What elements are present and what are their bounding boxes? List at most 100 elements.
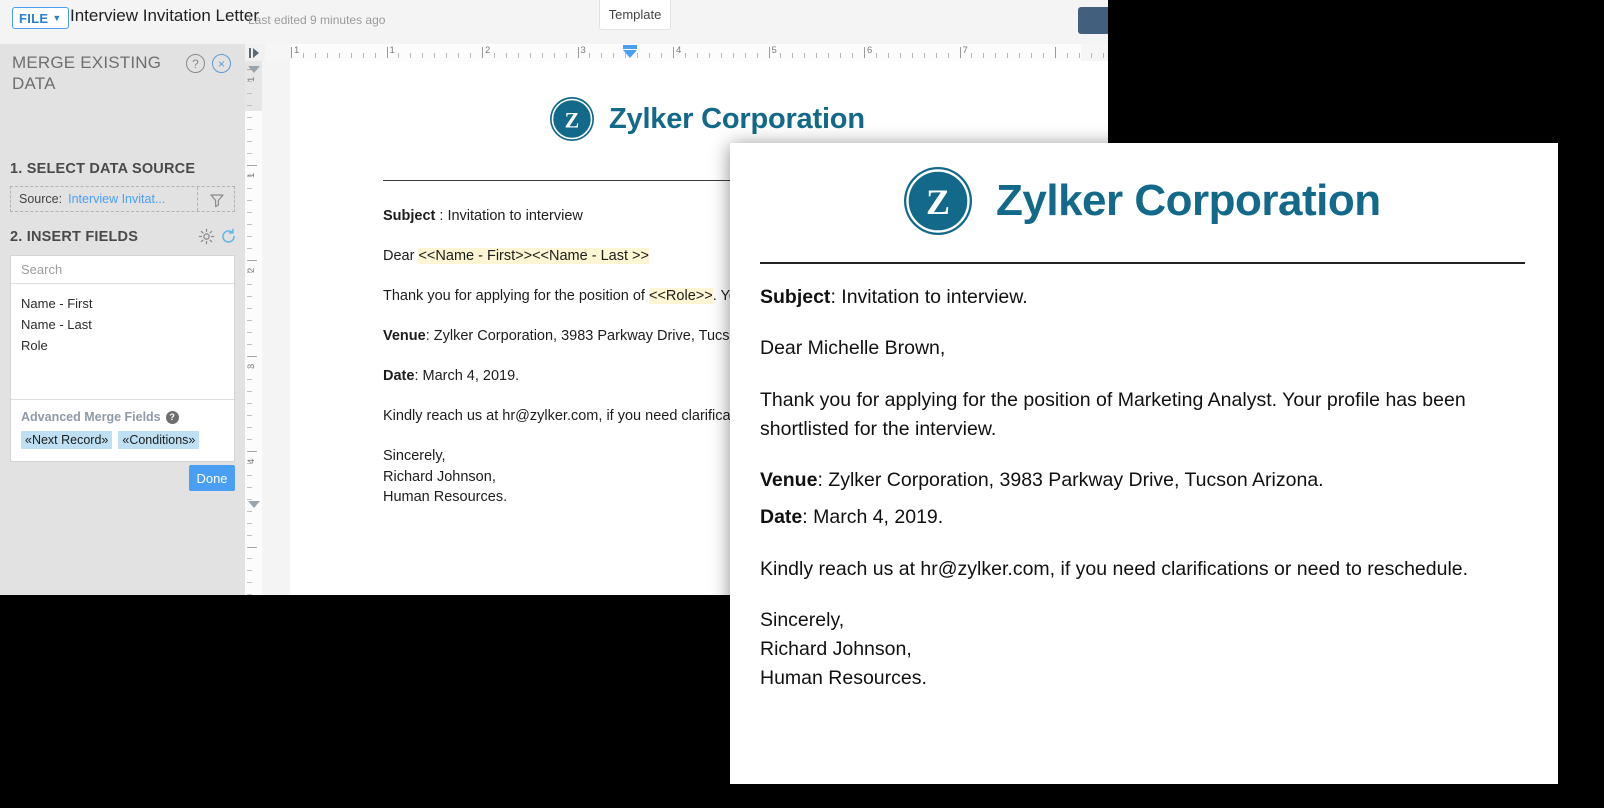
ruler-minor-tick: [684, 53, 686, 58]
ruler-minor-tick: [314, 53, 316, 58]
ruler-minor-tick: [589, 53, 591, 58]
vruler-minor-tick: [247, 415, 252, 417]
bottom-margin-marker[interactable]: [248, 501, 260, 508]
vruler-minor-tick: [247, 367, 252, 369]
ruler-minor-tick: [1043, 53, 1045, 58]
vruler-minor-tick: [247, 391, 252, 393]
chevron-down-icon: ▼: [52, 12, 62, 23]
ruler-minor-tick: [565, 53, 567, 58]
ruler-minor-tick: [398, 53, 400, 58]
ruler-minor-tick: [840, 53, 842, 58]
vruler-minor-tick: [247, 570, 252, 572]
preview-body: Subject: Invitation to interview. Dear M…: [760, 283, 1530, 716]
ruler-number: 2: [485, 45, 491, 56]
close-icon[interactable]: ×: [212, 54, 231, 73]
primary-action-button[interactable]: [1078, 7, 1108, 34]
next-record-chip[interactable]: «Next Record»: [21, 431, 113, 449]
merge-field-name[interactable]: <<Name - First>><<Name - Last >>: [418, 248, 649, 265]
vruler-major-tick: [247, 546, 257, 548]
ruler-minor-tick: [374, 53, 376, 58]
advanced-merge-fields-section: Advanced Merge Fields ? «Next Record» «C…: [11, 399, 234, 461]
vruler-minor-tick: [247, 474, 252, 476]
ruler-major-tick: [291, 47, 292, 58]
gear-icon[interactable]: [198, 228, 215, 245]
merge-field-role[interactable]: <<Role>>: [649, 288, 713, 305]
preview-date-line: Date: March 4, 2019.: [760, 503, 1530, 532]
first-line-indent-marker[interactable]: [623, 45, 637, 49]
data-source-row[interactable]: Source: Interview Invitat...: [10, 186, 235, 212]
vruler-major-tick: [247, 164, 257, 166]
signature-line: Sincerely,: [383, 448, 446, 465]
file-menu-button[interactable]: FILE ▼: [12, 7, 69, 29]
filter-icon[interactable]: [208, 191, 226, 209]
ruler-minor-tick: [828, 53, 830, 58]
done-button-label: Done: [196, 470, 228, 486]
source-value[interactable]: Interview Invitat...: [68, 192, 165, 206]
vruler-minor-tick: [247, 152, 252, 154]
subject-label: Subject: [383, 208, 436, 224]
vruler-minor-tick: [247, 116, 252, 118]
step-2-title: 2. INSERT FIELDS: [10, 229, 139, 245]
vruler-minor-tick: [247, 200, 252, 202]
vruler-minor-tick: [247, 248, 252, 250]
help-circle-icon[interactable]: ?: [165, 410, 179, 424]
refresh-icon[interactable]: [220, 228, 237, 245]
ruler-toggle-icon[interactable]: [248, 46, 262, 58]
done-button[interactable]: Done: [189, 465, 235, 491]
svg-text:Z: Z: [565, 108, 580, 133]
vruler-minor-tick: [247, 307, 252, 309]
horizontal-ruler[interactable]: 1 1 2 3 4 5 6 7: [245, 44, 1108, 62]
search-input[interactable]: [11, 256, 234, 284]
ruler-minor-tick: [947, 53, 949, 58]
merge-preview-overlay[interactable]: Z Zylker Corporation Subject: Invitation…: [730, 143, 1558, 784]
ruler-minor-tick: [1090, 53, 1092, 58]
source-label: Source:: [19, 192, 63, 206]
vruler-minor-tick: [247, 558, 252, 560]
ruler-minor-tick: [434, 53, 436, 58]
vruler-minor-tick: [247, 403, 252, 405]
preview-company-name: Zylker Corporation: [996, 176, 1381, 225]
help-icon[interactable]: ?: [186, 54, 205, 73]
preview-salutation: Dear Michelle Brown,: [760, 337, 946, 360]
template-tab-label: Template: [608, 7, 662, 22]
step-1-title: 1. SELECT DATA SOURCE: [10, 161, 196, 177]
ruler-number: 7: [962, 45, 968, 56]
left-indent-marker[interactable]: [623, 50, 637, 58]
ruler-minor-tick: [326, 53, 328, 58]
source-divider: [197, 187, 198, 211]
ruler-minor-tick: [350, 53, 352, 58]
ruler-minor-tick: [422, 53, 424, 58]
file-menu-label: FILE: [19, 10, 49, 26]
ruler-number: 3: [580, 45, 586, 56]
merge-field-item[interactable]: Name - First: [11, 293, 234, 314]
vruler-major-tick: [247, 355, 257, 357]
ruler-minor-tick: [446, 53, 448, 58]
merge-field-list: Name - First Name - Last Role: [11, 284, 234, 399]
ruler-major-tick: [386, 47, 388, 58]
ruler-minor-tick: [899, 53, 901, 58]
top-margin-marker[interactable]: [248, 66, 260, 73]
merge-field-item[interactable]: Role: [11, 335, 234, 356]
ruler-number: 5: [771, 45, 777, 56]
merge-field-item[interactable]: Name - Last: [11, 314, 234, 335]
ruler-minor-tick: [780, 53, 782, 58]
ruler-minor-tick: [553, 53, 555, 58]
vruler-minor-tick: [247, 80, 252, 82]
ruler-minor-tick: [613, 53, 615, 58]
body-prefix: Thank you for applying for the position …: [383, 288, 649, 305]
vruler-minor-tick: [247, 343, 252, 345]
conditions-chip[interactable]: «Conditions»: [118, 431, 200, 449]
vruler-minor-tick: [247, 379, 252, 381]
preview-date-label: Date: [760, 506, 803, 529]
document-title[interactable]: Interview Invitation Letter: [70, 6, 259, 26]
vertical-ruler[interactable]: 11234: [245, 61, 262, 595]
screenshot-stage: FILE ▼ Interview Invitation Letter Last …: [0, 0, 1604, 808]
vruler-minor-tick: [247, 427, 252, 429]
ruler-major-tick: [864, 47, 865, 58]
ruler-minor-tick: [517, 53, 519, 58]
template-tab[interactable]: Template: [599, 0, 671, 30]
panel-heading: MERGE EXISTING DATA: [12, 53, 162, 94]
ruler-minor-tick: [911, 53, 913, 58]
ruler-minor-tick: [362, 53, 364, 58]
preview-venue-line: Venue: Zylker Corporation, 3983 Parkway …: [760, 466, 1530, 495]
